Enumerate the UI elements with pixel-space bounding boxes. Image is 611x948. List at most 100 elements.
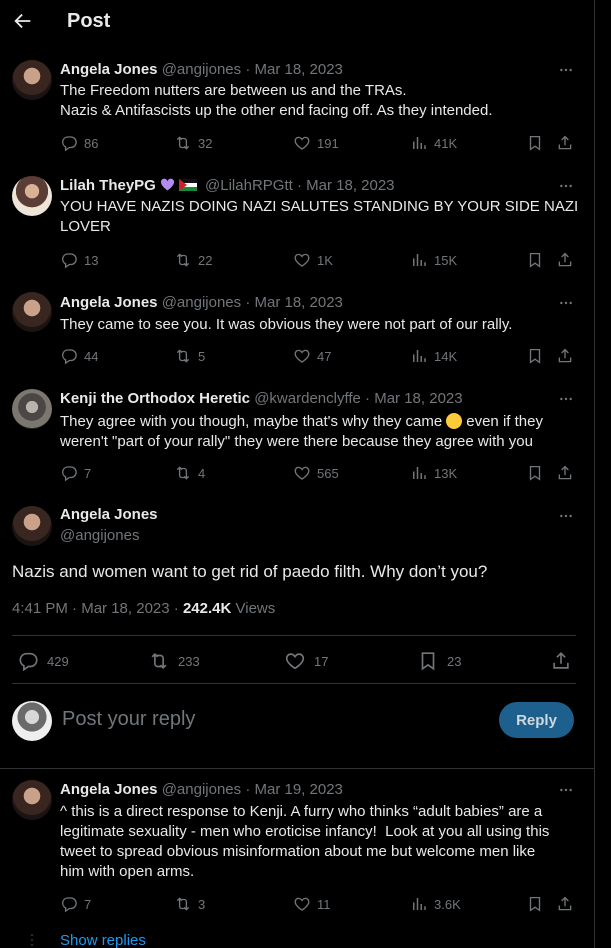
heart-icon <box>293 895 311 913</box>
bookmark-button[interactable] <box>526 895 544 913</box>
like-button[interactable]: 191 <box>293 134 339 152</box>
post-date[interactable]: Mar 18, 2023 <box>255 61 343 78</box>
reply-button[interactable]: 7 <box>60 464 91 482</box>
reply-button[interactable]: 7 <box>60 895 91 913</box>
author-name[interactable]: Angela Jones <box>60 781 158 798</box>
reply-button[interactable]: 86 <box>60 134 98 152</box>
repost-icon <box>174 251 192 269</box>
divider <box>0 768 594 769</box>
more-icon[interactable] <box>558 295 574 311</box>
current-user-avatar[interactable] <box>12 701 52 741</box>
author-handle[interactable]: @angijones <box>162 781 241 798</box>
repost-button[interactable]: 4 <box>174 464 205 482</box>
like-button[interactable]: 565 <box>293 464 339 482</box>
views-label: Views <box>235 600 276 617</box>
author-handle[interactable]: @angijones <box>162 61 241 78</box>
views-button[interactable]: 13K <box>410 464 457 482</box>
post-time[interactable]: 4:41 PM <box>12 600 68 617</box>
views-button[interactable]: 3.6K <box>410 895 461 913</box>
post-date[interactable]: Mar 18, 2023 <box>81 600 169 617</box>
reply-button[interactable]: 429 <box>17 650 69 672</box>
views-chart-icon <box>410 464 428 482</box>
share-button[interactable] <box>556 134 574 152</box>
post-date[interactable]: Mar 18, 2023 <box>374 390 462 407</box>
views-button[interactable]: 15K <box>410 251 457 269</box>
post-date[interactable]: Mar 19, 2023 <box>255 781 343 798</box>
share-button[interactable] <box>556 251 574 269</box>
more-icon[interactable] <box>558 391 574 407</box>
reply-button[interactable]: 44 <box>60 347 98 365</box>
like-button[interactable]: 47 <box>293 347 331 365</box>
reply-icon <box>17 650 39 672</box>
reply-text: They agree with you though, maybe that's… <box>60 413 543 450</box>
reply-submit-button[interactable]: Reply <box>499 702 574 738</box>
share-button[interactable] <box>556 464 574 482</box>
repost-icon <box>174 134 192 152</box>
bookmark-button[interactable] <box>526 464 544 482</box>
repost-button[interactable]: 5 <box>174 347 205 365</box>
reply-actions: 86 32 191 41K <box>60 134 580 154</box>
share-button[interactable] <box>550 650 572 672</box>
like-button[interactable]: 1K <box>293 251 333 269</box>
page-title: Post <box>67 10 111 32</box>
reply-text: They came to see you. It was obvious the… <box>60 316 513 333</box>
reply-icon <box>60 251 78 269</box>
author-name[interactable]: Lilah TheyPG <box>60 177 156 194</box>
more-icon[interactable] <box>558 782 574 798</box>
bookmark-button[interactable] <box>526 347 544 365</box>
repost-icon <box>174 895 192 913</box>
avatar[interactable] <box>12 389 52 429</box>
repost-icon <box>148 650 170 672</box>
author-handle[interactable]: @angijones <box>162 294 241 311</box>
post-date[interactable]: Mar 18, 2023 <box>306 177 394 194</box>
reply-text: ^ this is a direct response to Kenji. A … <box>60 803 550 880</box>
author-name[interactable]: Angela Jones <box>60 506 158 523</box>
like-button[interactable]: 11 <box>293 895 331 913</box>
views-button[interactable]: 14K <box>410 347 457 365</box>
share-button[interactable] <box>556 347 574 365</box>
share-icon <box>550 650 572 672</box>
like-button[interactable]: 17 <box>284 650 328 672</box>
avatar[interactable] <box>12 506 52 546</box>
share-button[interactable] <box>556 895 574 913</box>
views-button[interactable]: 41K <box>410 134 457 152</box>
author-handle[interactable]: @LilahRPGtt <box>205 177 293 194</box>
reply-button[interactable]: 13 <box>60 251 98 269</box>
arrow-left-icon[interactable] <box>12 10 34 32</box>
author-name[interactable]: Angela Jones <box>60 61 158 78</box>
more-icon[interactable] <box>558 178 574 194</box>
avatar[interactable] <box>12 780 52 820</box>
avatar[interactable] <box>12 60 52 100</box>
share-icon <box>556 134 574 152</box>
reply-actions: 7 4 565 13K <box>60 464 580 484</box>
reply-input[interactable]: Post your reply <box>62 708 195 731</box>
reply-header: Lilah TheyPG @LilahRPGtt · Mar 18, 2023 <box>60 177 395 194</box>
author-name[interactable]: Angela Jones <box>60 294 158 311</box>
palestine-flag-icon <box>178 179 197 191</box>
repost-button[interactable]: 22 <box>174 251 212 269</box>
reply-actions: 44 5 47 14K <box>60 347 580 367</box>
bookmark-button[interactable]: 23 <box>417 650 461 672</box>
bookmark-button[interactable] <box>526 251 544 269</box>
author-name[interactable]: Kenji the Orthodox Heretic <box>60 390 250 407</box>
avatar[interactable] <box>12 292 52 332</box>
show-replies-link[interactable]: Show replies <box>60 932 146 948</box>
reply-header: Angela Jones @angijones · Mar 18, 2023 <box>60 294 343 311</box>
heart-icon <box>293 347 311 365</box>
post-date[interactable]: Mar 18, 2023 <box>255 294 343 311</box>
heart-icon <box>293 134 311 152</box>
author-handle[interactable]: @kwardenclyffe <box>254 390 361 407</box>
heart-icon <box>293 464 311 482</box>
more-icon[interactable] <box>558 508 574 524</box>
heart-icon <box>293 251 311 269</box>
bookmark-icon <box>526 251 544 269</box>
views-count[interactable]: 242.4K <box>183 600 231 617</box>
more-icon[interactable] <box>558 62 574 78</box>
reply-icon <box>60 895 78 913</box>
avatar[interactable] <box>12 176 52 216</box>
repost-button[interactable]: 3 <box>174 895 205 913</box>
repost-button[interactable]: 233 <box>148 650 200 672</box>
author-handle[interactable]: @angijones <box>60 527 139 544</box>
bookmark-button[interactable] <box>526 134 544 152</box>
repost-button[interactable]: 32 <box>174 134 212 152</box>
